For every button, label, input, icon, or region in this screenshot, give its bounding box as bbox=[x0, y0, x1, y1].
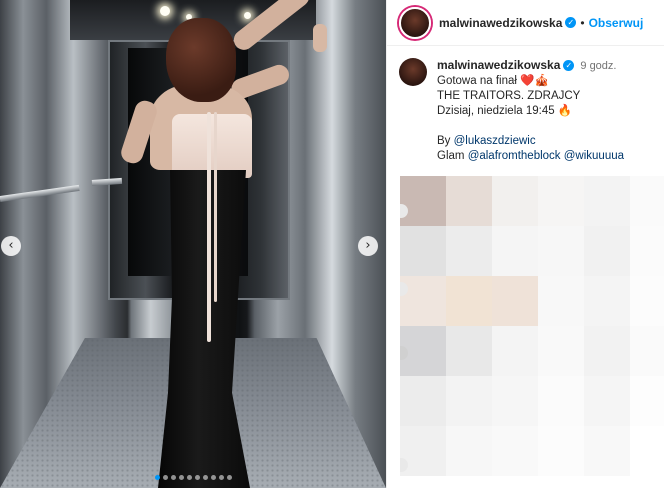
ceiling-light bbox=[160, 6, 170, 16]
carousel-dot bbox=[194, 475, 200, 480]
chevron-right-icon: › bbox=[365, 238, 371, 253]
carousel-dot bbox=[178, 475, 184, 480]
blur-block bbox=[630, 176, 664, 226]
corset-laces bbox=[207, 112, 211, 342]
blur-block bbox=[630, 276, 664, 326]
caption-avatar[interactable] bbox=[399, 58, 427, 86]
blur-block bbox=[492, 276, 538, 326]
post-photo[interactable]: ‹ › bbox=[0, 0, 386, 488]
blur-block bbox=[492, 326, 538, 376]
blur-block bbox=[446, 376, 492, 426]
blur-block bbox=[538, 276, 584, 326]
blur-block bbox=[538, 426, 584, 476]
blur-block bbox=[446, 176, 492, 226]
glam-mention-1[interactable]: @alafromtheblock bbox=[468, 150, 561, 162]
corset-laces bbox=[214, 112, 217, 302]
blur-block bbox=[630, 226, 664, 276]
blurred-comments-area bbox=[400, 176, 664, 488]
carousel-dot bbox=[218, 475, 224, 480]
blur-block bbox=[446, 426, 492, 476]
heart-circus-emoji-icon: ❤️🎪 bbox=[520, 75, 549, 87]
blur-block bbox=[630, 426, 664, 476]
caption-username[interactable]: malwinawedzikowska bbox=[437, 58, 560, 72]
blur-block bbox=[492, 426, 538, 476]
follow-button[interactable]: Obserwuj bbox=[589, 16, 644, 30]
carousel-dot bbox=[162, 475, 168, 480]
blur-block bbox=[584, 426, 630, 476]
carousel-indicator bbox=[0, 475, 386, 480]
carousel-dot bbox=[170, 475, 176, 480]
post-header: malwinawedzikowska ✓ • Obserwuj bbox=[387, 0, 664, 46]
blur-block bbox=[400, 376, 446, 426]
post-caption: malwinawedzikowska ✓ 9 godz. Gotowa na fin… bbox=[387, 46, 664, 164]
caption-line-3: Dzisiaj, niedziela 19:45 bbox=[437, 105, 555, 117]
avatar[interactable] bbox=[399, 6, 431, 39]
carousel-dot bbox=[226, 475, 232, 480]
caption-body: malwinawedzikowska ✓ 9 godz. Gotowa na fin… bbox=[437, 58, 624, 164]
glam-mention-2[interactable]: @wikuuuua bbox=[564, 150, 624, 162]
caption-line-2: THE TRAITORS. ZDRAJCY bbox=[437, 90, 581, 102]
photographer-mention[interactable]: @lukaszdziewic bbox=[454, 135, 536, 147]
carousel-dot bbox=[202, 475, 208, 480]
carousel-dot bbox=[154, 475, 160, 480]
verified-badge-icon: ✓ bbox=[565, 17, 577, 28]
glam-label: Glam bbox=[437, 150, 465, 162]
blur-block bbox=[492, 226, 538, 276]
ceiling-light bbox=[244, 12, 251, 19]
post-time[interactable]: 9 godz. bbox=[580, 60, 616, 72]
woman-hair bbox=[166, 18, 236, 102]
blur-block bbox=[492, 176, 538, 226]
blur-block bbox=[446, 226, 492, 276]
caption-line-1: Gotowa na finał bbox=[437, 75, 517, 87]
blur-block bbox=[400, 176, 446, 226]
blur-block bbox=[446, 276, 492, 326]
blur-block bbox=[538, 226, 584, 276]
blur-block bbox=[538, 326, 584, 376]
carousel-dot bbox=[210, 475, 216, 480]
blur-block bbox=[492, 376, 538, 426]
previous-slide-button[interactable]: ‹ bbox=[1, 236, 21, 256]
blur-block bbox=[400, 276, 446, 326]
blur-block bbox=[584, 326, 630, 376]
next-slide-button[interactable]: › bbox=[358, 236, 378, 256]
blur-block bbox=[630, 376, 664, 426]
blur-block bbox=[446, 326, 492, 376]
corset bbox=[172, 114, 252, 178]
verified-badge-icon: ✓ bbox=[563, 60, 575, 71]
separator-dot: • bbox=[580, 15, 585, 30]
blur-block bbox=[538, 176, 584, 226]
blur-block bbox=[630, 326, 664, 376]
blur-block bbox=[584, 376, 630, 426]
fire-emoji-icon: 🔥 bbox=[557, 105, 573, 117]
blur-block bbox=[538, 376, 584, 426]
blur-block bbox=[584, 226, 630, 276]
carousel-dot bbox=[186, 475, 192, 480]
blur-block bbox=[584, 176, 630, 226]
by-label: By bbox=[437, 135, 451, 147]
chevron-left-icon: ‹ bbox=[8, 238, 14, 253]
blur-block bbox=[584, 276, 630, 326]
blur-block bbox=[400, 226, 446, 276]
username-link[interactable]: malwinawedzikowska bbox=[439, 16, 562, 30]
woman-hand bbox=[313, 24, 327, 52]
